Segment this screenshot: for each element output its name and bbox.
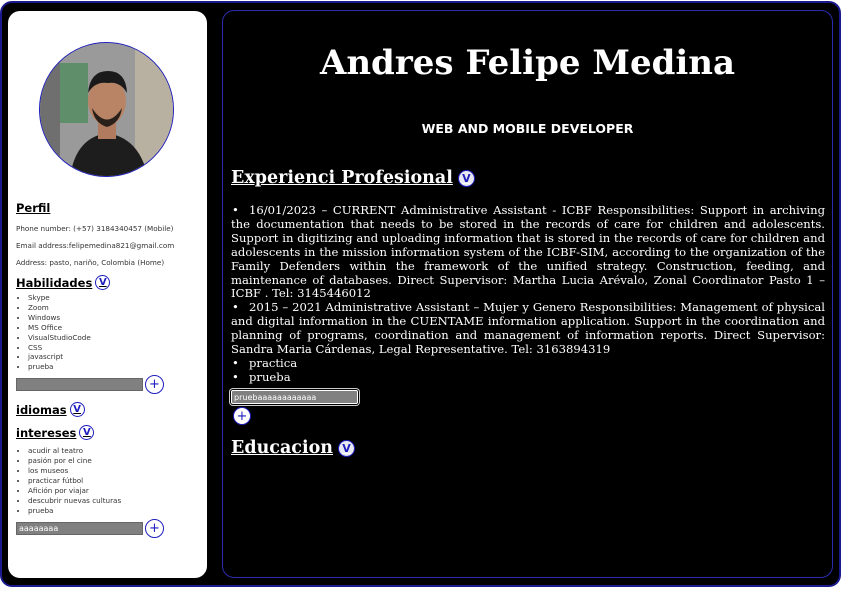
intereses-list: acudir al teatro pasión por el cine los …: [16, 446, 201, 515]
experience-section: Experienci Profesional V 16/01/2023 – CU…: [231, 168, 825, 426]
avatar: [39, 42, 174, 177]
phone-text: Phone number: (+57) 3184340457 (Mobile): [16, 224, 174, 233]
experience-item: 16/01/2023 – CURRENT Administrative Assi…: [231, 203, 825, 301]
perfil-title-label: Perfil: [16, 201, 51, 215]
profile-role: WEB AND MOBILE DEVELOPER: [421, 121, 634, 136]
idiomas-title: idiomas V: [16, 402, 201, 418]
experience-item: practica: [231, 356, 825, 371]
habilidades-toggle-button[interactable]: V: [95, 275, 111, 290]
habilidades-add-row: +: [16, 375, 201, 395]
main-panel: Andres Felipe Medina WEB AND MOBILE DEVE…: [222, 10, 833, 578]
experience-list: 16/01/2023 – CURRENT Administrative Assi…: [231, 203, 825, 385]
education-title: Educacion V: [231, 438, 355, 458]
list-item: MS Office: [28, 323, 201, 333]
habilidades-title-label: Habilidades: [16, 275, 93, 290]
education-title-label: Educacion: [231, 438, 333, 458]
intereses-add-button[interactable]: +: [145, 518, 164, 538]
experience-input[interactable]: [231, 390, 358, 405]
list-item: Zoom: [28, 303, 201, 313]
intereses-title-label: intereses: [16, 425, 77, 440]
list-item: Afición por viajar: [28, 486, 201, 496]
idiomas-toggle-button[interactable]: V: [69, 402, 85, 418]
intereses-toggle-button[interactable]: V: [79, 425, 95, 441]
habilidades-input[interactable]: [16, 378, 143, 392]
education-toggle-button[interactable]: V: [338, 439, 355, 457]
list-item: CSS: [28, 343, 201, 353]
list-item: los museos: [28, 466, 201, 476]
list-item: javascript: [28, 352, 201, 362]
list-item: descubrir nuevas culturas: [28, 496, 201, 506]
profile-photo: [40, 43, 173, 176]
sidebar: Perfil Phone number: (+57) 3184340457 (M…: [8, 11, 207, 578]
list-item: acudir al teatro: [28, 446, 201, 456]
idiomas-title-label: idiomas: [16, 402, 67, 417]
experience-add-button[interactable]: +: [233, 407, 251, 426]
experience-toggle-button[interactable]: V: [457, 169, 475, 187]
habilidades-title: Habilidades V: [16, 275, 201, 290]
habilidades-add-button[interactable]: +: [145, 375, 164, 395]
intereses-input[interactable]: [16, 521, 143, 535]
experience-item: prueba: [231, 370, 825, 385]
list-item: VisualStudioCode: [28, 333, 201, 343]
list-item: Windows: [28, 313, 201, 323]
habilidades-list: Skype Zoom Windows MS Office VisualStudi…: [16, 293, 201, 372]
list-item: prueba: [28, 362, 201, 372]
address-text: Address: pasto, nariño, Colombia (Home): [16, 258, 165, 267]
email-text: Email address:felipemedina821@gmail.com: [16, 241, 175, 250]
experience-title-label: Experienci Profesional: [231, 168, 453, 188]
experience-item: 2015 – 2021 Administrative Assistant – M…: [231, 300, 825, 357]
profile-name: Andres Felipe Medina: [319, 43, 736, 83]
list-item: prueba: [28, 506, 201, 516]
list-item: practicar fútbol: [28, 476, 201, 486]
list-item: Skype: [28, 293, 201, 303]
education-section: Educacion V: [231, 438, 355, 458]
perfil-title: Perfil: [16, 201, 201, 215]
experience-title: Experienci Profesional V: [231, 168, 825, 188]
intereses-title: intereses V: [16, 425, 201, 441]
list-item: pasión por el cine: [28, 456, 201, 466]
intereses-add-row: +: [16, 518, 201, 538]
